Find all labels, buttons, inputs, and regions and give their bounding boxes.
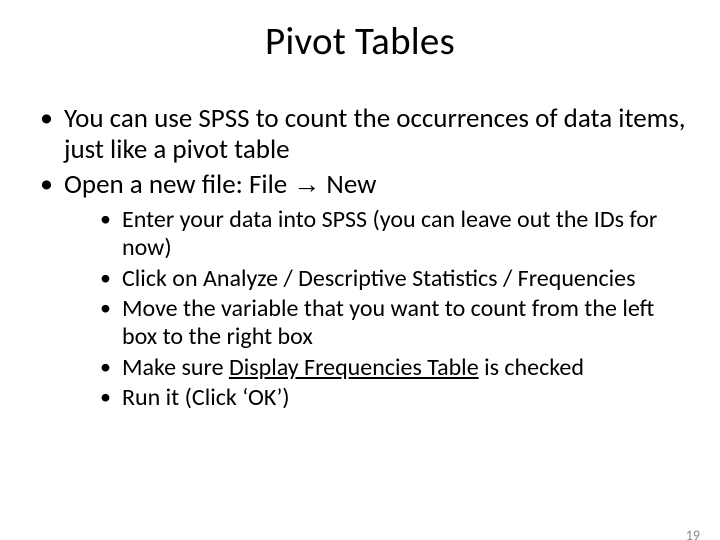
bullet-text-pre: Open a new file: File xyxy=(64,168,293,201)
bullet-text-post: New xyxy=(320,168,376,201)
sub-text-pre: Make sure xyxy=(122,353,229,382)
bullet-list-level2: Enter your data into SPSS (you can leave… xyxy=(64,206,688,412)
page-number: 19 xyxy=(686,527,700,540)
sub-bullet-item: Run it (Click ‘OK’) xyxy=(94,384,688,412)
arrow-icon: → xyxy=(293,169,320,199)
slide-content: You can use SPSS to count the occurrence… xyxy=(0,103,720,412)
sub-text-post: is checked xyxy=(479,353,584,382)
sub-bullet-item: Make sure Display Frequencies Table is c… xyxy=(94,354,688,382)
slide: Pivot Tables You can use SPSS to count t… xyxy=(0,18,720,540)
sub-bullet-item: Enter your data into SPSS (you can leave… xyxy=(94,206,688,263)
underlined-text: Display Frequencies Table xyxy=(229,353,479,382)
slide-title: Pivot Tables xyxy=(0,18,720,65)
bullet-item: You can use SPSS to count the occurrence… xyxy=(32,103,688,165)
sub-bullet-item: Click on Analyze / Descriptive Statistic… xyxy=(94,265,688,293)
bullet-list-level1: You can use SPSS to count the occurrence… xyxy=(32,103,688,412)
bullet-item: Open a new file: File → New Enter your d… xyxy=(32,169,688,412)
sub-bullet-item: Move the variable that you want to count… xyxy=(94,295,688,352)
